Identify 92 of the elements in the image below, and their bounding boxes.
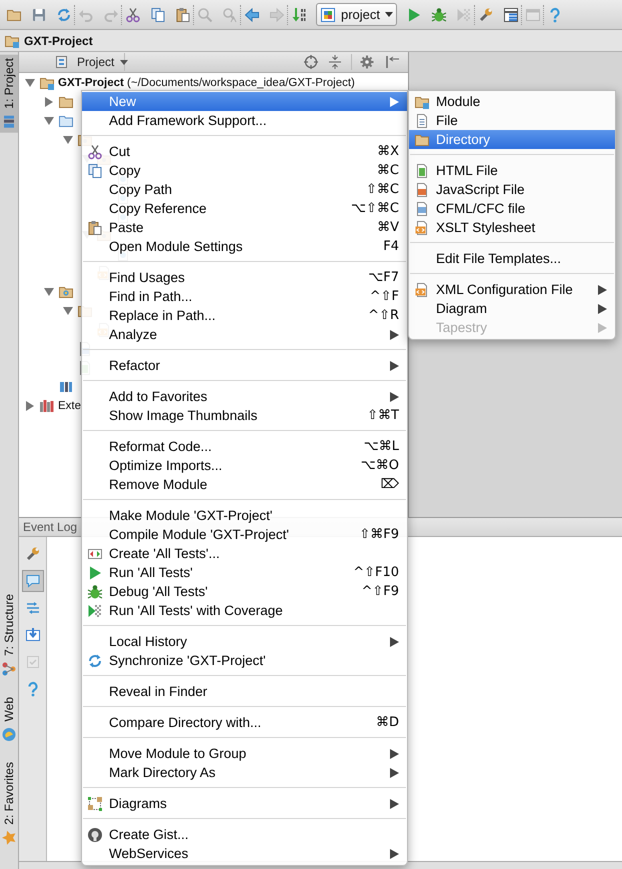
- menu-item[interactable]: Analyze: [82, 325, 407, 344]
- sync-icon[interactable]: [56, 6, 72, 22]
- panel-title: Event Log: [23, 520, 78, 534]
- paste-icon[interactable]: [175, 6, 191, 22]
- menu-item[interactable]: File: [409, 111, 615, 130]
- menu-item[interactable]: JavaScript File: [409, 180, 615, 199]
- scissors-icon: [87, 144, 103, 160]
- menu-item[interactable]: Debug 'All Tests' ^⇧F9: [82, 582, 407, 601]
- menu-item[interactable]: Show Image Thumbnails ⇧⌘T: [82, 406, 407, 425]
- hide-panel-icon[interactable]: [384, 54, 400, 70]
- coverage-icon: [87, 602, 103, 618]
- tool-window-tab[interactable]: Web: [0, 694, 18, 746]
- menu-item[interactable]: Create 'All Tests'...: [82, 544, 407, 563]
- save-icon[interactable]: [31, 6, 47, 22]
- menu-item[interactable]: Copy Path ⇧⌘C: [82, 180, 407, 199]
- menu-item[interactable]: Compile Module 'GXT-Project' ⇧⌘F9: [82, 525, 407, 544]
- menu-item[interactable]: Cut ⌘X: [82, 142, 407, 161]
- html-file-icon: [414, 162, 430, 178]
- import-icon[interactable]: [24, 627, 40, 643]
- paste-icon: [87, 220, 103, 236]
- menu-item[interactable]: Refactor: [82, 356, 407, 375]
- sync-icon: [87, 652, 103, 668]
- menu-item[interactable]: Add Framework Support...: [82, 111, 407, 130]
- menu-item[interactable]: Copy Reference ⌥⇧⌘C: [82, 199, 407, 218]
- menu-item[interactable]: WebServices: [82, 844, 407, 863]
- menu-item[interactable]: Make Module 'GXT-Project': [82, 506, 407, 525]
- cf-file-icon: [414, 200, 430, 216]
- tool-window-tab[interactable]: 1: Project: [0, 55, 18, 133]
- speech-bubble-icon[interactable]: [24, 573, 40, 589]
- copy-icon: [87, 162, 103, 178]
- gear-icon[interactable]: [360, 54, 376, 70]
- menu-item[interactable]: Add to Favorites: [82, 387, 407, 406]
- menu-item[interactable]: New: [82, 92, 407, 111]
- library-icon: [39, 398, 55, 414]
- structure-icon: [1, 660, 17, 677]
- menu-item[interactable]: Run 'All Tests' ^⇧F10: [82, 563, 407, 582]
- tree-item[interactable]: GXT-Project (~/Documents/workspace_idea/GXT-Project): [39, 74, 355, 90]
- menu-item[interactable]: Edit File Templates...: [409, 249, 615, 268]
- locate-icon[interactable]: [303, 54, 319, 70]
- xml-file-icon: [414, 282, 430, 298]
- menu-item[interactable]: Diagram: [409, 299, 615, 318]
- scissors-icon[interactable]: [125, 6, 141, 22]
- wrench-icon[interactable]: [478, 6, 494, 22]
- module-file-icon: [1, 114, 17, 130]
- globe-icon: [1, 726, 17, 742]
- menu-item[interactable]: Synchronize 'GXT-Project': [82, 651, 407, 670]
- menu-item[interactable]: Open Module Settings F4: [82, 237, 407, 256]
- tool-window-tab[interactable]: 2: Favorites: [0, 759, 18, 849]
- bug-icon: [87, 584, 103, 600]
- menu-item[interactable]: Local History: [82, 632, 407, 651]
- menu-item[interactable]: Paste ⌘V: [82, 218, 407, 237]
- run-icon: [87, 564, 103, 580]
- menu-item[interactable]: Move Module to Group: [82, 744, 407, 763]
- tool-window-tab[interactable]: 7: Structure: [0, 590, 18, 680]
- menu-item[interactable]: Mark Directory As: [82, 763, 407, 782]
- menu-item[interactable]: Remove Module ⌦: [82, 475, 407, 494]
- run-configuration-dropdown[interactable]: project: [316, 3, 397, 26]
- menu-item[interactable]: Replace in Path... ^⇧R: [82, 306, 407, 325]
- gist-icon: [87, 826, 103, 842]
- bug-icon[interactable]: [431, 6, 447, 22]
- star-icon: [1, 830, 17, 846]
- menu-item[interactable]: Reformat Code... ⌥⌘L: [82, 437, 407, 456]
- js-file-icon: [414, 182, 430, 198]
- menu-item[interactable]: XSLT Stylesheet: [409, 218, 615, 237]
- tree-item[interactable]: Exte: [39, 398, 82, 414]
- config-icon: [320, 6, 336, 22]
- copy-icon[interactable]: [150, 6, 166, 22]
- collapse-icon[interactable]: [327, 54, 343, 70]
- menu-item[interactable]: Module: [409, 92, 615, 111]
- menu-item[interactable]: Create Gist...: [82, 825, 407, 844]
- menu-item[interactable]: CFML/CFC file: [409, 199, 615, 218]
- expand-arrows-icon[interactable]: [24, 600, 40, 616]
- menu-item[interactable]: XML Configuration File: [409, 280, 615, 299]
- menu-item[interactable]: Diagrams: [82, 794, 407, 813]
- back-arrow-icon[interactable]: [244, 6, 260, 22]
- menu-item[interactable]: Optimize Imports... ⌥⌘O: [82, 456, 407, 475]
- diagram-icon: [87, 796, 103, 812]
- wrench-icon[interactable]: [24, 546, 40, 562]
- make-icon[interactable]: [291, 6, 307, 22]
- menu-item[interactable]: Reveal in Finder: [82, 682, 407, 701]
- menu-item[interactable]: Compare Directory with... ⌘D: [82, 713, 407, 732]
- menu-item[interactable]: Run 'All Tests' with Coverage: [82, 601, 407, 620]
- menu-item[interactable]: Find Usages ⌥F7: [82, 268, 407, 287]
- xml-file-icon: [414, 220, 430, 236]
- menu-item[interactable]: Copy ⌘C: [82, 161, 407, 180]
- file-icon: [414, 112, 430, 128]
- view-dropdown[interactable]: Project: [41, 53, 125, 71]
- menu-item[interactable]: Find in Path... ^⇧F: [82, 287, 407, 306]
- menu-item[interactable]: HTML File: [409, 161, 615, 180]
- run-icon[interactable]: [406, 6, 422, 22]
- menu-item[interactable]: Directory: [409, 130, 615, 149]
- project-structure-icon[interactable]: [503, 6, 519, 22]
